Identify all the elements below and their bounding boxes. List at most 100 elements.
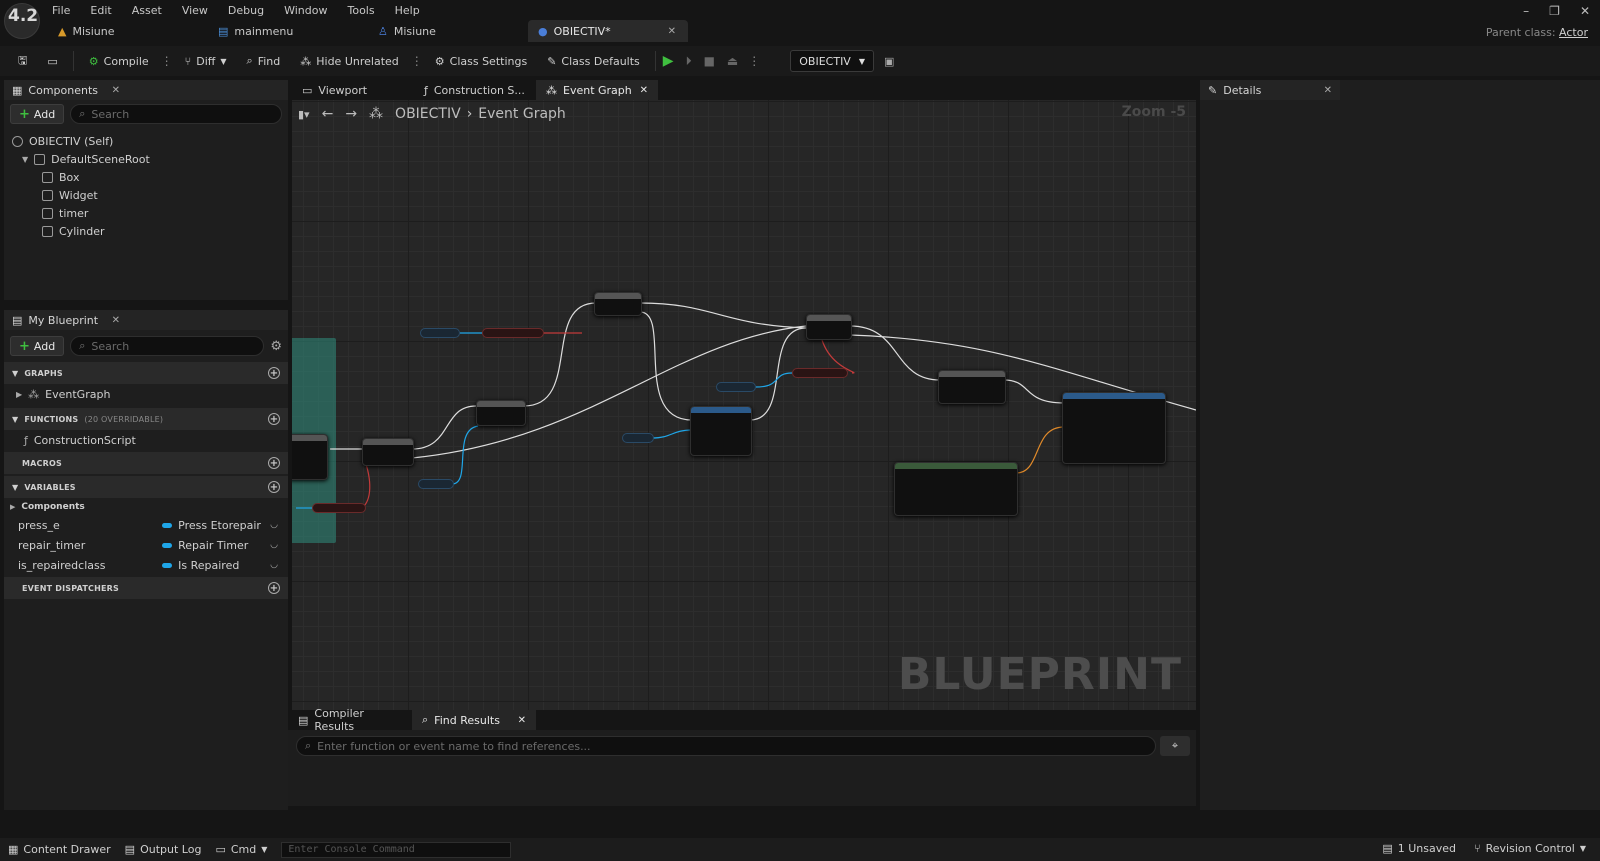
add-dispatcher-icon[interactable]: + — [268, 582, 280, 594]
parent-class-link[interactable]: Actor — [1559, 26, 1588, 39]
variable-type[interactable]: Repair Timer — [162, 539, 262, 552]
add-member-button[interactable]: + Add — [10, 336, 65, 356]
menu-edit[interactable]: Edit — [90, 4, 111, 17]
stop-icon[interactable]: ■ — [704, 54, 715, 68]
restore-icon[interactable]: ❐ — [1549, 4, 1560, 18]
bookmark-icon[interactable]: ▮▾ — [298, 108, 310, 121]
minimize-icon[interactable]: – — [1523, 4, 1529, 18]
function-item-construction-script[interactable]: ƒ ConstructionScript — [4, 430, 288, 450]
components-search-input[interactable] — [91, 107, 273, 121]
tree-item-default-scene-root[interactable]: ▼ DefaultSceneRoot — [8, 150, 284, 168]
find-in-all-blueprints-button[interactable]: ⌖ — [1160, 736, 1190, 756]
debug-object-select[interactable]: OBIECTIV ▼ — [790, 50, 874, 72]
find-results-search[interactable]: ⌕ — [296, 736, 1156, 756]
menu-help[interactable]: Help — [395, 4, 420, 17]
hide-unrelated-options-icon[interactable]: ⋮ — [411, 54, 423, 68]
variable-type[interactable]: Press Etorepair — [162, 519, 262, 532]
step-icon[interactable]: ⏵ — [686, 54, 692, 69]
eye-closed-icon[interactable]: ◡ — [270, 560, 278, 570]
add-graph-icon[interactable]: + — [268, 367, 280, 379]
browse-button[interactable]: ▭ — [39, 48, 65, 74]
section-macros[interactable]: MACROS + — [4, 452, 288, 474]
forward-arrow-icon[interactable]: → — [345, 106, 357, 122]
tree-item-self[interactable]: OBIECTIV (Self) — [8, 132, 284, 150]
content-drawer-button[interactable]: ▦ Content Drawer — [8, 843, 111, 856]
save-button[interactable]: 🖫 — [10, 48, 35, 74]
add-macro-icon[interactable]: + — [268, 457, 280, 469]
spawn-actor-node[interactable] — [1062, 392, 1166, 464]
compile-button[interactable]: ⚙ Compile — [81, 48, 157, 74]
event-node[interactable] — [292, 434, 328, 480]
my-blueprint-search[interactable]: ⌕ — [70, 336, 265, 356]
variable-row[interactable]: repair_timer Repair Timer ◡ — [4, 535, 288, 555]
my-blueprint-tab[interactable]: ▤ My Blueprint ✕ — [4, 310, 288, 330]
set-node[interactable] — [476, 400, 526, 426]
my-blueprint-search-input[interactable] — [91, 339, 256, 353]
section-functions[interactable]: ▼ FUNCTIONS (20 OVERRIDABLE) + — [4, 408, 288, 430]
close-tab-icon[interactable]: ✕ — [668, 26, 676, 37]
cmd-select[interactable]: ▭ Cmd ▼ — [215, 843, 267, 856]
tree-item-cylinder[interactable]: Cylinder — [8, 222, 284, 240]
menu-window[interactable]: Window — [284, 4, 327, 17]
components-search[interactable]: ⌕ — [70, 104, 282, 124]
close-icon[interactable]: ✕ — [112, 85, 120, 96]
menu-debug[interactable]: Debug — [228, 4, 264, 17]
chevron-down-icon[interactable]: ▼ — [22, 155, 28, 164]
back-arrow-icon[interactable]: ← — [322, 106, 334, 122]
close-icon[interactable]: ✕ — [1324, 85, 1332, 96]
add-variable-icon[interactable]: + — [268, 481, 280, 493]
close-window-icon[interactable]: ✕ — [1580, 4, 1590, 18]
delay-node[interactable] — [938, 370, 1006, 404]
settings-gear-icon[interactable]: ⚙ — [270, 339, 282, 354]
tab-construction-script[interactable]: ƒ Construction S... — [414, 80, 536, 100]
hide-unrelated-button[interactable]: ⁂ Hide Unrelated — [292, 48, 407, 74]
play-icon[interactable]: ▶ — [663, 53, 674, 69]
variable-getter-node[interactable] — [418, 479, 454, 489]
doc-tab-misiune-2[interactable]: ♙ Misiune — [368, 20, 528, 42]
tree-item-timer[interactable]: timer — [8, 204, 284, 222]
components-tab[interactable]: ▦ Components ✕ — [4, 80, 288, 100]
tab-compiler-results[interactable]: ▤ Compiler Results — [288, 707, 412, 733]
add-function-icon[interactable]: + — [268, 413, 280, 425]
variable-getter-node[interactable] — [622, 433, 654, 443]
menu-tools[interactable]: Tools — [347, 4, 374, 17]
close-icon[interactable]: ✕ — [112, 315, 120, 326]
add-component-button[interactable]: + Add — [10, 104, 65, 124]
variable-row[interactable]: press_e Press Etorepair ◡ — [4, 515, 288, 535]
variable-row[interactable]: is_repairedclass Is Repaired ◡ — [4, 555, 288, 575]
find-results-input[interactable] — [317, 739, 1147, 753]
details-tab[interactable]: ✎ Details ✕ — [1200, 80, 1340, 100]
close-tab-icon[interactable]: ✕ — [640, 85, 648, 96]
diff-button[interactable]: ⑂ Diff ▼ — [177, 48, 235, 74]
close-tab-icon[interactable]: ✕ — [518, 715, 526, 726]
graph-item-eventgraph[interactable]: ▶ ⁂ EventGraph — [4, 384, 288, 404]
menu-asset[interactable]: Asset — [132, 4, 162, 17]
doc-tab-misiune-1[interactable]: ▲ Misiune — [48, 20, 208, 42]
section-graphs[interactable]: ▼ GRAPHS + — [4, 362, 288, 384]
class-defaults-button[interactable]: ✎ Class Defaults — [539, 48, 648, 74]
doc-tab-obiectiv[interactable]: ● OBIECTIV* ✕ — [528, 20, 688, 42]
tab-event-graph[interactable]: ⁂ Event Graph ✕ — [536, 80, 658, 100]
eject-icon[interactable]: ⏏ — [727, 54, 738, 68]
variable-getter-node[interactable] — [792, 368, 848, 378]
tab-viewport[interactable]: ▭ Viewport — [292, 80, 414, 100]
output-log-button[interactable]: ▤ Output Log — [125, 843, 202, 856]
unsaved-button[interactable]: ▤ 1 Unsaved — [1382, 842, 1456, 855]
tab-find-results[interactable]: ⌕ Find Results ✕ — [412, 710, 536, 730]
find-button[interactable]: ⌕ Find — [239, 48, 289, 74]
console-command-field[interactable] — [281, 841, 512, 858]
revision-control-button[interactable]: ⑂ Revision Control ▼ — [1474, 842, 1586, 855]
menu-file[interactable]: File — [52, 4, 70, 17]
event-graph-canvas[interactable]: ▮▾ ← → ⁂ OBIECTIV › Event Graph Zoom -5 … — [292, 100, 1196, 718]
tree-item-widget[interactable]: Widget — [8, 186, 284, 204]
console-command-input[interactable] — [288, 844, 511, 855]
class-settings-button[interactable]: ⚙ Class Settings — [427, 48, 535, 74]
eye-closed-icon[interactable]: ◡ — [270, 540, 278, 550]
variable-getter-node[interactable] — [420, 328, 460, 338]
play-options-icon[interactable]: ⋮ — [748, 54, 760, 68]
debug-filter-icon[interactable]: ▣ — [884, 55, 894, 68]
eye-closed-icon[interactable]: ◡ — [270, 520, 278, 530]
make-transform-node[interactable] — [894, 462, 1018, 516]
breadcrumb-root[interactable]: OBIECTIV — [395, 106, 461, 122]
compile-options-icon[interactable]: ⋮ — [161, 54, 173, 68]
